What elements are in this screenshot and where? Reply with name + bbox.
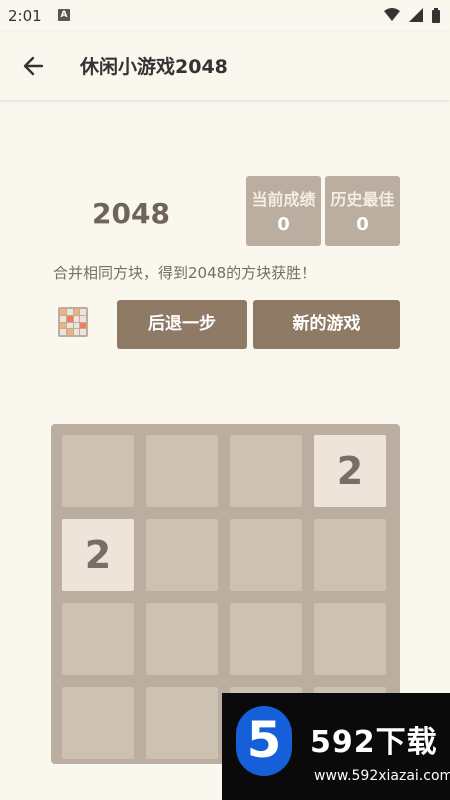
empty-cell — [146, 603, 218, 675]
empty-cell — [146, 687, 218, 759]
watermark: 5 592下载 www.592xiazai.com — [222, 693, 450, 800]
empty-cell — [62, 435, 134, 507]
mini-board-icon — [58, 307, 88, 337]
app-bar: 休闲小游戏2048 — [0, 32, 450, 100]
empty-cell — [230, 603, 302, 675]
notification-badge: A — [58, 9, 70, 21]
current-score-label: 当前成绩 — [251, 190, 316, 209]
empty-cell — [62, 603, 134, 675]
status-bar: 2:01 A — [0, 0, 450, 32]
watermark-url: www.592xiazai.com — [314, 768, 450, 784]
watermark-mark: 5 — [246, 711, 282, 769]
empty-cell — [314, 519, 386, 591]
best-score-label: 历史最佳 — [330, 190, 395, 209]
battery-icon — [432, 8, 440, 23]
tile: 2 — [314, 435, 386, 507]
game-logo: 2048 — [92, 197, 170, 230]
empty-cell — [314, 603, 386, 675]
page-title: 休闲小游戏2048 — [80, 56, 228, 78]
signal-icon — [409, 8, 424, 22]
empty-cell — [62, 687, 134, 759]
undo-button[interactable]: 后退一步 — [117, 300, 247, 349]
best-score-box: 历史最佳 0 — [325, 176, 400, 246]
tile: 2 — [62, 519, 134, 591]
status-icons — [380, 8, 440, 24]
empty-cell — [230, 435, 302, 507]
game-instruction: 合并相同方块，得到2048的方块获胜！ — [53, 264, 317, 282]
best-score-value: 0 — [356, 214, 369, 235]
status-time: 2:01 — [8, 7, 42, 25]
current-score-box: 当前成绩 0 — [246, 176, 321, 246]
empty-cell — [146, 435, 218, 507]
empty-cell — [230, 519, 302, 591]
empty-cell — [146, 519, 218, 591]
back-button[interactable] — [18, 52, 50, 80]
wifi-icon — [384, 8, 401, 21]
current-score-value: 0 — [277, 214, 290, 235]
arrow-left-icon — [23, 56, 44, 76]
watermark-brand: 592下载 — [310, 725, 438, 760]
new-game-button[interactable]: 新的游戏 — [253, 300, 400, 349]
